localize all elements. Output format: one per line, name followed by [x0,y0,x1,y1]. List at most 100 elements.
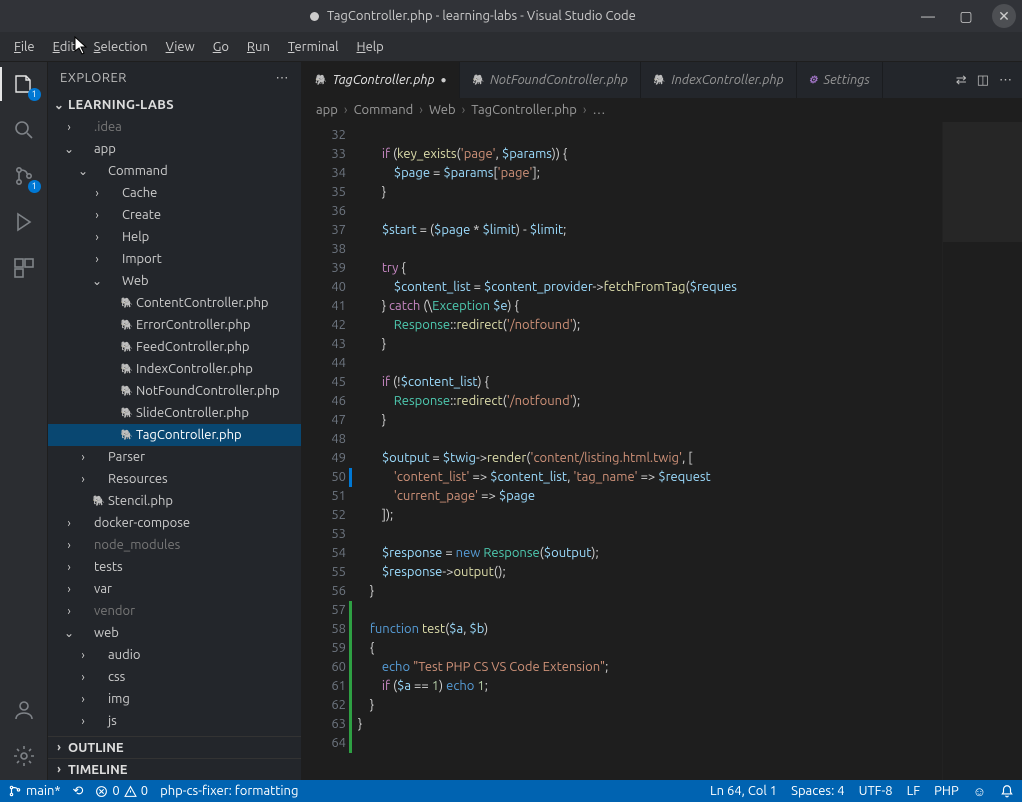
status-notifications[interactable] [1000,784,1014,798]
tree-item-label: ContentController.php [136,296,269,310]
tree-item[interactable]: ›Create [48,204,301,226]
editor-tab[interactable]: 🐘TagController.php● [302,62,460,98]
code-editor[interactable]: if (key_exists('page', $params)) { $page… [358,122,942,780]
status-language[interactable]: PHP [934,784,959,798]
activity-extensions[interactable] [10,254,38,282]
tree-item[interactable]: ›audio [48,644,301,666]
tree-item-label: Stencil.php [108,494,173,508]
breadcrumb-item[interactable]: Command [354,103,414,117]
tab-close-icon[interactable]: ● [440,74,446,86]
tree-item-label: img [108,692,130,706]
tree-item-label: var [94,582,112,596]
breadcrumb-item[interactable]: TagController.php [471,103,577,117]
activity-search[interactable] [10,116,38,144]
sidebar-title: EXPLORER [60,71,127,85]
project-header[interactable]: ⌄ LEARNING-LABS [48,94,301,116]
tree-item[interactable]: ›js [48,710,301,732]
menu-help[interactable]: Help [349,37,392,57]
activity-explorer[interactable]: 1 [10,70,38,98]
tree-item[interactable]: ›video [48,732,301,736]
status-encoding[interactable]: UTF-8 [859,784,893,798]
tree-item[interactable]: 🐘SlideController.php [48,402,301,424]
tree-item[interactable]: ›Help [48,226,301,248]
menu-view[interactable]: View [158,37,203,57]
tree-item[interactable]: ›Resources [48,468,301,490]
close-button[interactable]: ✕ [992,4,1016,28]
tree-item[interactable]: ›var [48,578,301,600]
php-file-icon: 🐘 [653,74,665,86]
tree-item-label: Parser [108,450,145,464]
status-branch[interactable]: main* [8,784,61,798]
tree-item-label: Create [122,208,161,222]
menu-terminal[interactable]: Terminal [280,37,347,57]
tree-item[interactable]: 🐘NotFoundController.php [48,380,301,402]
tree-item[interactable]: ›node_modules [48,534,301,556]
editor-tab[interactable]: ⚙Settings [797,62,883,98]
tree-item[interactable]: 🐘IndexController.php [48,358,301,380]
tree-item[interactable]: ⌄app [48,138,301,160]
minimap[interactable] [942,122,1022,780]
sidebar: EXPLORER ⋯ ⌄ LEARNING-LABS ›.idea⌄app⌄Co… [48,62,302,780]
tree-item[interactable]: ⌄Command [48,160,301,182]
tree-item[interactable]: ›Import [48,248,301,270]
tree-item-label: css [108,670,125,684]
tree-item[interactable]: ⌄Web [48,270,301,292]
activity-source-control[interactable]: 1 [10,162,38,190]
more-icon[interactable]: ⋯ [999,73,1012,88]
status-eol[interactable]: LF [907,784,920,798]
tree-item[interactable]: ›.idea [48,116,301,138]
file-tree[interactable]: ›.idea⌄app⌄Command›Cache›Create›Help›Imp… [48,116,301,736]
tree-item-label: FeedController.php [136,340,250,354]
editor-tab[interactable]: 🐘NotFoundController.php [460,62,641,98]
sidebar-more-icon[interactable]: ⋯ [276,71,290,86]
line-gutter[interactable]: 3233343536373839404142434445464748495051… [302,122,358,780]
status-indent[interactable]: Spaces: 4 [791,784,844,798]
menu-selection[interactable]: Selection [86,37,156,57]
tree-item[interactable]: 🐘TagController.php [48,424,301,446]
tree-item[interactable]: 🐘Stencil.php [48,490,301,512]
tree-item-label: Web [122,274,149,288]
split-editor-icon[interactable]: ◫ [977,73,989,88]
activity-settings[interactable] [10,742,38,770]
tree-item-label: NotFoundController.php [136,384,280,398]
status-cursor-pos[interactable]: Ln 64, Col 1 [710,784,777,798]
tree-item-label: vendor [94,604,135,618]
tab-label: IndexController.php [671,73,783,87]
timeline-section[interactable]: ›TIMELINE [48,758,301,780]
outline-section[interactable]: ›OUTLINE [48,736,301,758]
breadcrumbs[interactable]: app›Command›Web›TagController.php›… [302,98,1022,122]
tree-item[interactable]: ›docker-compose [48,512,301,534]
tree-item-label: tests [94,560,123,574]
menu-file[interactable]: File [6,37,43,57]
status-feedback[interactable]: ☺ [973,784,986,799]
tree-item[interactable]: 🐘FeedController.php [48,336,301,358]
tree-item[interactable]: ›Parser [48,446,301,468]
menu-edit[interactable]: Edit [45,37,84,57]
maximize-button[interactable]: ▢ [954,4,978,28]
menu-go[interactable]: Go [205,37,237,57]
status-problems[interactable]: 0 0 [95,784,148,798]
minimize-button[interactable]: — [916,4,940,28]
breadcrumb-item[interactable]: … [593,103,606,117]
breadcrumb-item[interactable]: app [316,103,338,117]
tree-item[interactable]: ›img [48,688,301,710]
tree-item[interactable]: ›vendor [48,600,301,622]
scm-badge: 1 [28,180,41,193]
php-file-icon: 🐘 [90,495,108,507]
tree-item[interactable]: ⌄web [48,622,301,644]
compare-icon[interactable]: ⇄ [956,73,967,88]
status-fixer[interactable]: php-cs-fixer: formatting [160,784,298,798]
activity-accounts[interactable] [10,696,38,724]
gear-icon: ⚙ [809,74,818,86]
breadcrumb-item[interactable]: Web [429,103,456,117]
tree-item[interactable]: 🐘ContentController.php [48,292,301,314]
tree-item[interactable]: 🐘ErrorController.php [48,314,301,336]
status-sync[interactable]: ⟲ [73,784,84,799]
tab-label: TagController.php [332,73,434,87]
editor-tab[interactable]: 🐘 IndexController.php [641,62,797,98]
activity-run-debug[interactable] [10,208,38,236]
tree-item[interactable]: ›tests [48,556,301,578]
tree-item[interactable]: ›Cache [48,182,301,204]
menu-run[interactable]: Run [239,37,278,57]
tree-item[interactable]: ›css [48,666,301,688]
